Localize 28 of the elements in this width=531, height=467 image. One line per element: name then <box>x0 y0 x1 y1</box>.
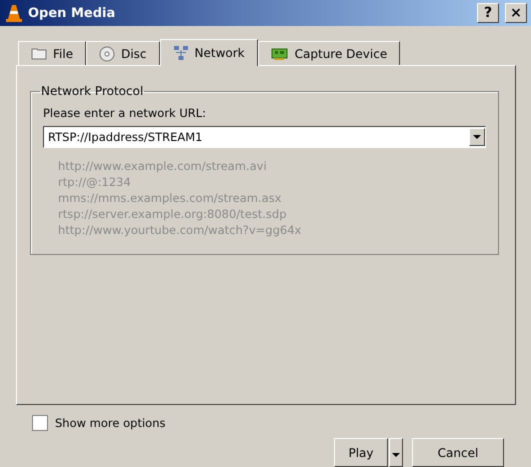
help-button[interactable]: ? <box>477 3 499 23</box>
disc-icon <box>99 46 116 62</box>
traffic-cone-icon <box>6 4 22 22</box>
example-url: http://www.example.com/stream.avi <box>58 158 268 174</box>
folder-icon <box>31 47 47 60</box>
example-url: mms://mms.examples.com/stream.asx <box>58 190 282 206</box>
play-menu-button[interactable] <box>389 438 403 467</box>
example-url: http://www.yourtube.com/watch?v=gg64x <box>58 222 302 238</box>
network-icon <box>172 45 189 61</box>
tab[interactable]: Disc <box>86 41 160 65</box>
checkbox-label: Show more options <box>55 416 166 430</box>
tab[interactable]: Capture Device <box>258 41 400 65</box>
expansion-card-icon <box>270 46 289 60</box>
window-title: Open Media <box>28 6 116 20</box>
caret-icon <box>473 135 481 139</box>
play-button[interactable]: Play <box>334 438 388 467</box>
tab[interactable]: File <box>18 41 86 65</box>
checkbox[interactable] <box>32 415 48 431</box>
url-field[interactable]: RTSP://Ipaddress/STREAM1 <box>43 126 486 148</box>
tab[interactable]: Network <box>160 39 258 66</box>
field-label: Please enter a network URL: <box>43 106 208 120</box>
caret-icon <box>392 452 400 456</box>
group-title: Network Protocol <box>40 84 144 98</box>
cancel-button[interactable]: Cancel <box>412 438 504 467</box>
close-button[interactable]: × <box>505 3 527 23</box>
dropdown-button[interactable] <box>469 128 485 146</box>
example-url: rtsp://server.example.org:8080/test.sdp <box>58 206 288 222</box>
example-url: rtp://@:1234 <box>58 174 132 190</box>
